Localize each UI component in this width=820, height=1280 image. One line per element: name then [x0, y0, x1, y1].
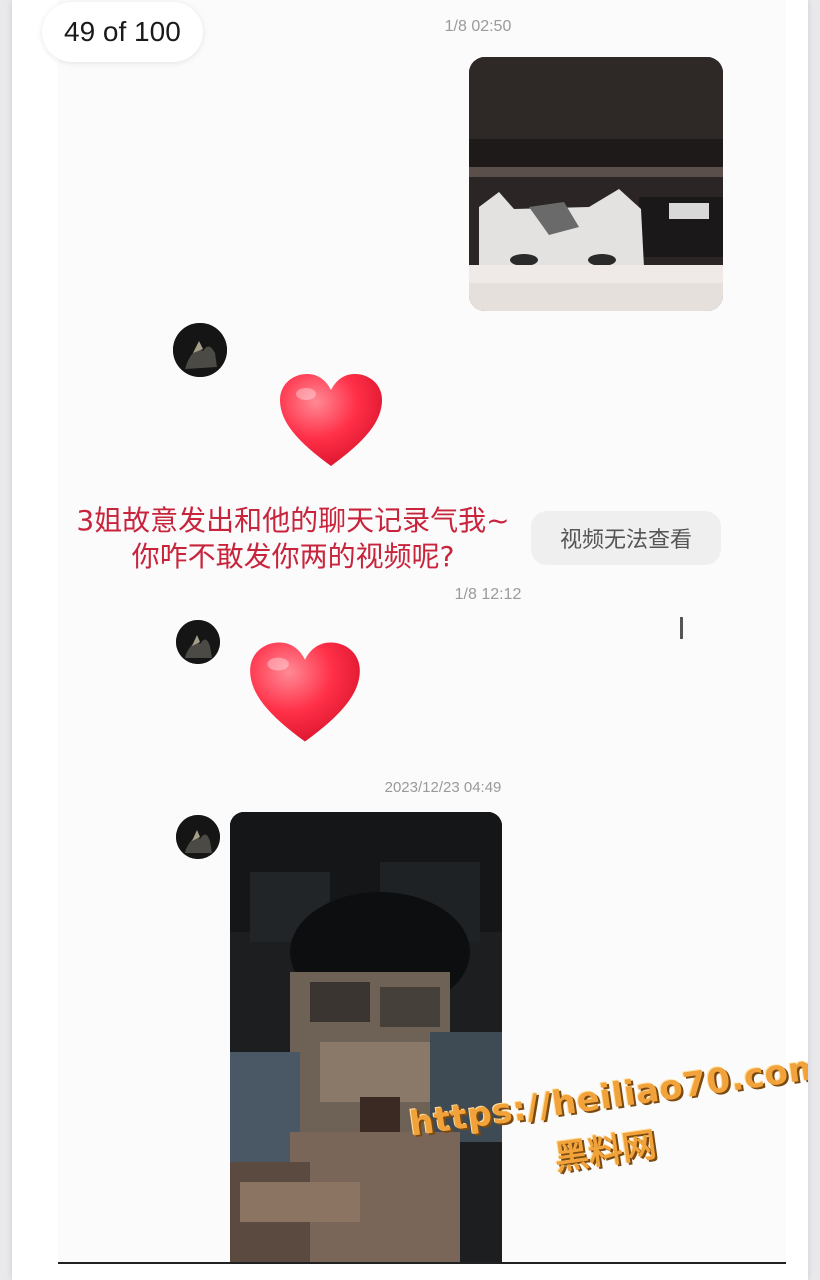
message-timestamp: 1/8 02:50 — [444, 18, 512, 35]
message-timestamp: 1/8 12:12 — [454, 586, 522, 603]
caption-line: 你咋不敢发你两的视频呢? — [131, 540, 455, 573]
avatar-image — [176, 815, 220, 859]
avatar[interactable] — [176, 815, 220, 859]
video-unavailable-bubble[interactable]: 视频无法查看 — [531, 511, 721, 565]
text-cursor — [680, 617, 683, 639]
heart-emoji-icon — [248, 640, 362, 744]
caption-line: 3姐故意发出和他的聊天记录气我~ — [76, 504, 510, 537]
heart-emoji-icon — [278, 372, 384, 468]
pixelated-person-image — [230, 812, 502, 1262]
avatar-image — [176, 620, 220, 664]
avatar[interactable] — [176, 620, 220, 664]
avatar[interactable] — [173, 323, 227, 377]
image-viewer-frame: 1/8 02:50 3姐故意发出和他的聊天记录气我~ 你咋不敢发你两的视频呢? … — [12, 0, 808, 1280]
cat-peeking-image — [469, 57, 723, 311]
avatar-image — [173, 323, 227, 377]
message-timestamp: 2023/12/23 04:49 — [384, 779, 502, 796]
overlay-caption: 3姐故意发出和他的聊天记录气我~ 你咋不敢发你两的视频呢? — [58, 503, 528, 575]
divider — [58, 1262, 786, 1264]
image-counter: 49 of 100 — [42, 2, 203, 62]
cat-photo-message[interactable] — [469, 57, 723, 311]
blurred-photo-message[interactable] — [230, 812, 502, 1262]
